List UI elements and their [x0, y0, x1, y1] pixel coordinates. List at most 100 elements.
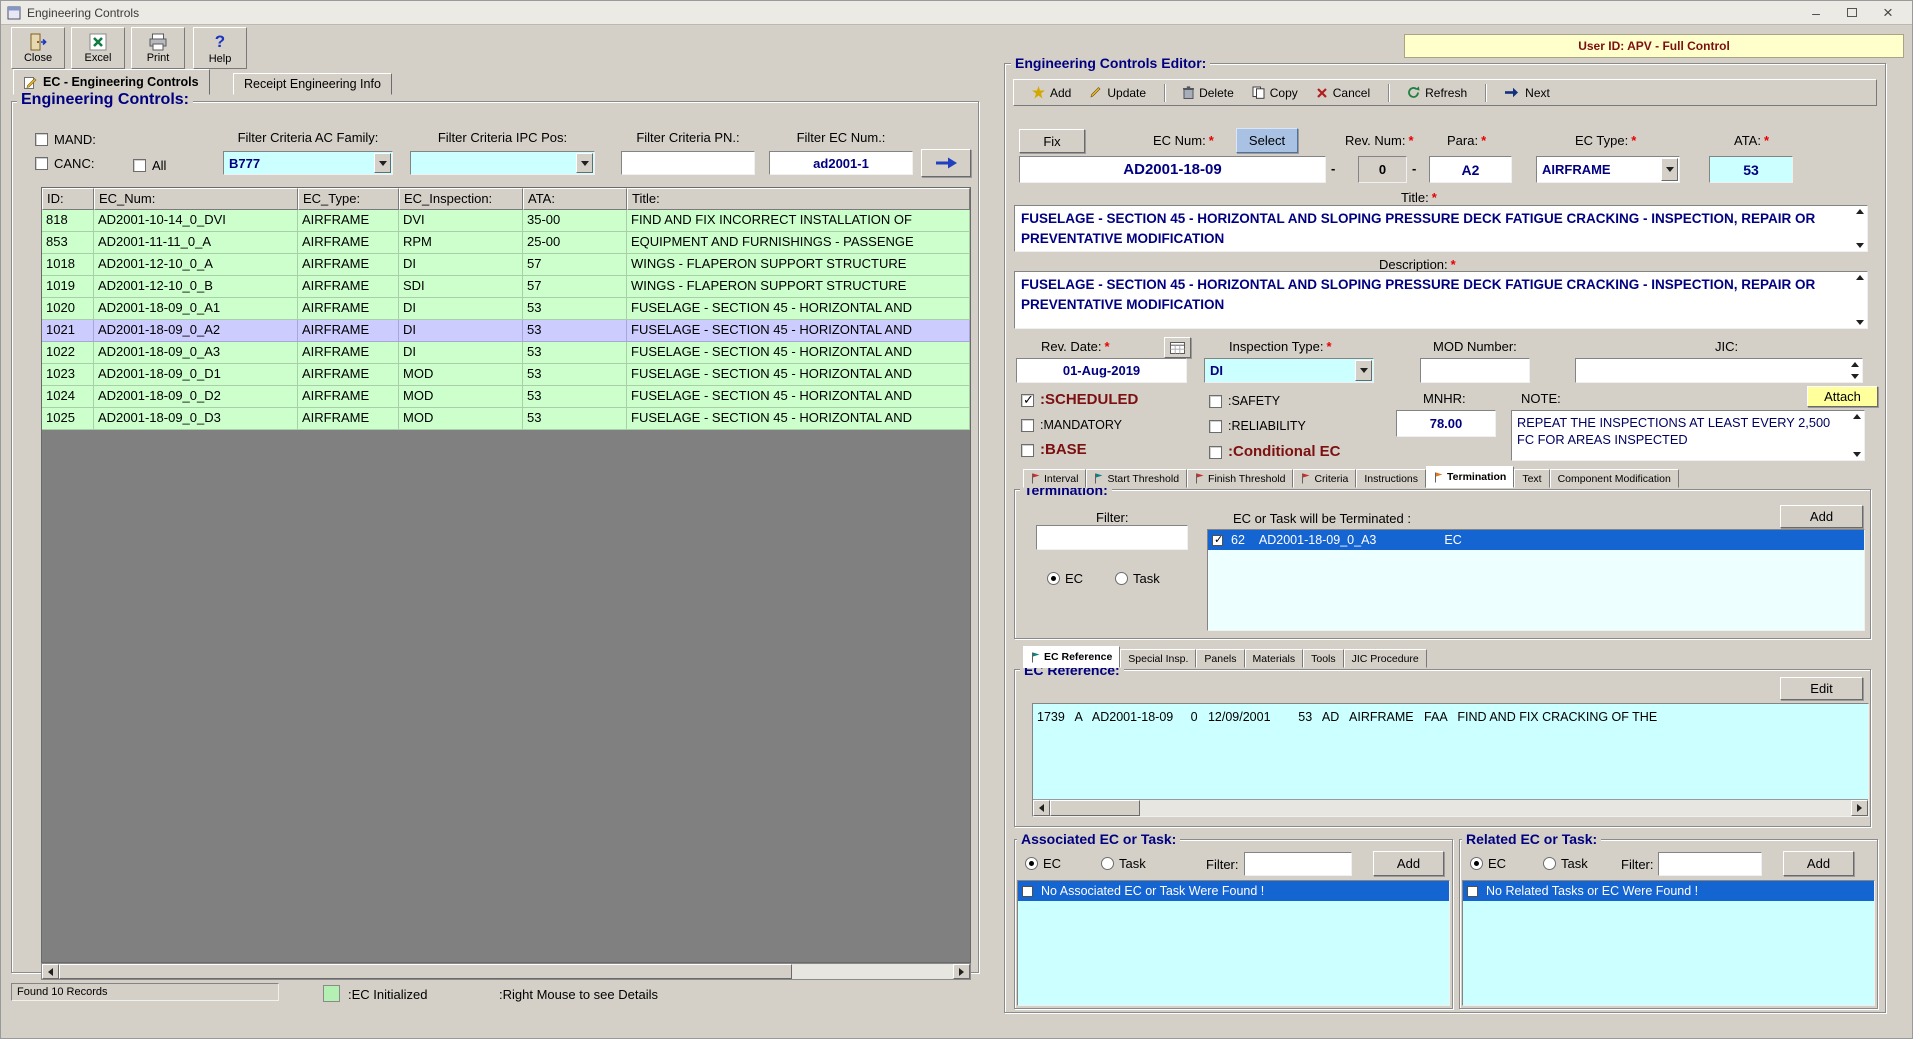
- filter-ipc-dropdown[interactable]: [410, 151, 595, 175]
- col-header-id[interactable]: ID:: [42, 188, 94, 210]
- row-checkbox[interactable]: [1022, 886, 1033, 897]
- termination-filter-input[interactable]: [1036, 525, 1188, 550]
- related-filter-input[interactable]: [1658, 852, 1762, 876]
- col-header-title[interactable]: Title:: [627, 188, 970, 210]
- base-checkbox[interactable]: [1021, 444, 1034, 457]
- para-field[interactable]: A2: [1429, 156, 1512, 183]
- table-row[interactable]: 1018 AD2001-12-10_0_A AIRFRAME DI 57 WIN…: [42, 254, 970, 276]
- dropdown-arrow-button[interactable]: [1661, 158, 1678, 181]
- conditional-ec-checkbox[interactable]: [1209, 446, 1222, 459]
- add-button[interactable]: Add: [1032, 86, 1071, 100]
- scheduled-checkbox[interactable]: [1021, 394, 1034, 407]
- calendar-button[interactable]: [1164, 337, 1191, 358]
- ata-field[interactable]: 53: [1709, 156, 1793, 183]
- minimize-button[interactable]: [1798, 2, 1834, 24]
- table-row[interactable]: 1023 AD2001-18-09_0_D1 AIRFRAME MOD 53 F…: [42, 364, 970, 386]
- tab-special-insp[interactable]: Special Insp.: [1120, 649, 1196, 668]
- tab-ec-reference[interactable]: EC Reference: [1023, 646, 1120, 668]
- dropdown-arrow-button[interactable]: [374, 153, 391, 173]
- table-row[interactable]: 1025 AD2001-18-09_0_D3 AIRFRAME MOD 53 F…: [42, 408, 970, 430]
- filter-ac-family-dropdown[interactable]: B777: [223, 151, 393, 175]
- jic-field[interactable]: [1575, 358, 1863, 383]
- table-row[interactable]: 1021 AD2001-18-09_0_A2 AIRFRAME DI 53 FU…: [42, 320, 970, 342]
- termination-ec-radio[interactable]: [1047, 572, 1060, 585]
- scroll-spinner[interactable]: [1854, 207, 1866, 250]
- ec-reference-list[interactable]: 1739 A AD2001-18-09 0 12/09/2001 53 AD A…: [1032, 703, 1869, 817]
- termination-list[interactable]: 62 AD2001-18-09_0_A3 EC: [1207, 529, 1865, 631]
- table-row[interactable]: 853 AD2001-11-11_0_A AIRFRAME RPM 25-00 …: [42, 232, 970, 254]
- col-header-ec-inspection[interactable]: EC_Inspection:: [399, 188, 523, 210]
- next-button[interactable]: Next: [1504, 86, 1550, 100]
- tab-component-modification[interactable]: Component Modification: [1550, 469, 1679, 488]
- mandatory-checkbox[interactable]: [1021, 419, 1034, 432]
- maximize-button[interactable]: [1834, 2, 1870, 24]
- table-row[interactable]: 1022 AD2001-18-09_0_A3 AIRFRAME DI 53 FU…: [42, 342, 970, 364]
- mnhr-field[interactable]: 78.00: [1396, 410, 1496, 437]
- scrollbar-thumb[interactable]: [59, 964, 792, 979]
- tab-tools[interactable]: Tools: [1303, 649, 1344, 668]
- scroll-spinner[interactable]: [1851, 412, 1863, 459]
- row-checkbox[interactable]: [1467, 886, 1478, 897]
- list-item[interactable]: 1739 A AD2001-18-09 0 12/09/2001 53 AD A…: [1033, 704, 1868, 724]
- select-button[interactable]: Select: [1236, 128, 1298, 153]
- all-checkbox[interactable]: [133, 159, 146, 172]
- attach-button[interactable]: Attach: [1807, 386, 1878, 407]
- tab-jic-procedure[interactable]: JIC Procedure: [1344, 649, 1427, 668]
- related-add-button[interactable]: Add: [1783, 851, 1854, 876]
- scroll-left-button[interactable]: [1033, 800, 1050, 816]
- apply-filter-button[interactable]: [921, 149, 971, 177]
- termination-add-button[interactable]: Add: [1780, 505, 1863, 528]
- table-row[interactable]: 1024 AD2001-18-09_0_D2 AIRFRAME MOD 53 F…: [42, 386, 970, 408]
- associated-add-button[interactable]: Add: [1373, 851, 1444, 876]
- scroll-spinner[interactable]: [1854, 273, 1866, 327]
- list-item[interactable]: 62 AD2001-18-09_0_A3 EC: [1208, 530, 1864, 550]
- tab-panels[interactable]: Panels: [1196, 649, 1244, 668]
- scroll-spinner[interactable]: [1849, 360, 1861, 381]
- col-header-ec-type[interactable]: EC_Type:: [298, 188, 399, 210]
- tab-text[interactable]: Text: [1514, 469, 1549, 488]
- related-ec-radio[interactable]: [1470, 857, 1483, 870]
- ec-type-dropdown[interactable]: AIRFRAME: [1536, 156, 1680, 183]
- termination-task-radio[interactable]: [1115, 572, 1128, 585]
- rev-date-field[interactable]: 01-Aug-2019: [1016, 358, 1187, 383]
- list-item[interactable]: No Associated EC or Task Were Found !: [1018, 881, 1449, 901]
- tab-termination[interactable]: Termination: [1426, 466, 1514, 488]
- help-button[interactable]: Help: [193, 27, 247, 69]
- tab-criteria[interactable]: Criteria: [1293, 469, 1356, 488]
- inspection-type-dropdown[interactable]: DI: [1204, 358, 1374, 383]
- associated-filter-input[interactable]: [1244, 852, 1352, 876]
- mand-checkbox[interactable]: [35, 133, 48, 146]
- tab-instructions[interactable]: Instructions: [1356, 469, 1426, 488]
- filter-pn-input[interactable]: [621, 151, 755, 175]
- scroll-right-button[interactable]: [1851, 800, 1868, 816]
- update-button[interactable]: Update: [1089, 86, 1146, 100]
- safety-checkbox[interactable]: [1209, 395, 1222, 408]
- ec-num-field[interactable]: AD2001-18-09: [1019, 156, 1326, 183]
- associated-list[interactable]: No Associated EC or Task Were Found !: [1017, 880, 1450, 1006]
- print-button[interactable]: Print: [131, 27, 185, 69]
- close-window-button[interactable]: [1870, 2, 1906, 24]
- tab-receipt-engineering-info[interactable]: Receipt Engineering Info: [233, 73, 392, 95]
- col-header-ata[interactable]: ATA:: [523, 188, 627, 210]
- title-field[interactable]: FUSELAGE - SECTION 45 - HORIZONTAL AND S…: [1014, 205, 1868, 252]
- mod-number-field[interactable]: [1420, 358, 1530, 383]
- description-field[interactable]: FUSELAGE - SECTION 45 - HORIZONTAL AND S…: [1014, 271, 1868, 329]
- delete-button[interactable]: Delete: [1183, 86, 1234, 100]
- tab-start-threshold[interactable]: Start Threshold: [1086, 469, 1187, 488]
- filter-ec-num-input[interactable]: ad2001-1: [769, 151, 913, 175]
- copy-button[interactable]: Copy: [1252, 86, 1298, 100]
- col-header-ec-num[interactable]: EC_Num:: [94, 188, 298, 210]
- associated-task-radio[interactable]: [1101, 857, 1114, 870]
- canc-checkbox[interactable]: [35, 157, 48, 170]
- tab-finish-threshold[interactable]: Finish Threshold: [1187, 469, 1293, 488]
- dropdown-arrow-button[interactable]: [576, 153, 593, 173]
- related-task-radio[interactable]: [1543, 857, 1556, 870]
- grid-horizontal-scrollbar[interactable]: [41, 963, 971, 980]
- rev-num-field[interactable]: 0: [1358, 156, 1407, 183]
- cancel-button[interactable]: Cancel: [1316, 86, 1370, 100]
- ec-reference-edit-button[interactable]: Edit: [1780, 677, 1863, 700]
- excel-button[interactable]: Excel: [71, 27, 125, 69]
- scroll-left-button[interactable]: [42, 964, 59, 979]
- ec-reference-scrollbar[interactable]: [1033, 799, 1868, 816]
- associated-ec-radio[interactable]: [1025, 857, 1038, 870]
